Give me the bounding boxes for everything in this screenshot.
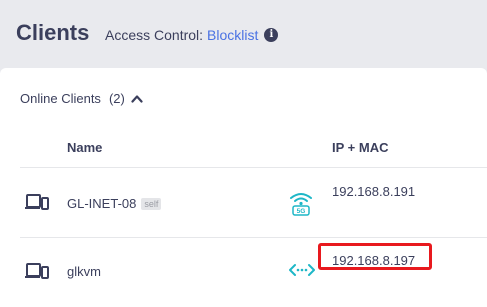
self-badge: self [141,197,162,210]
access-control-value-link[interactable]: Blocklist [207,27,258,43]
info-icon[interactable]: i [264,28,279,42]
client-name: glkvm [67,264,101,279]
online-clients-toggle[interactable]: Online Clients (2) [20,91,143,106]
computer-device-icon [25,194,49,210]
wired-connection-icon [289,264,315,276]
client-name: GL-INET-08 self [67,196,162,211]
chevron-up-icon [131,94,143,103]
page-title: Clients [16,20,90,45]
access-control-label: Access Control: [105,27,204,43]
table-row: GL-INET-08 self 5G 192.168.8.191 [0,168,487,237]
client-ip: 192.168.8.191 [332,184,416,199]
page-header: Clients Access Control: Blocklist i [0,0,487,68]
computer-device-icon [25,263,49,279]
client-name-text: GL-INET-08 [67,196,137,211]
online-clients-count: (2) [108,91,125,106]
clients-card: Online Clients (2) Name IP + MAC GL-INET… [0,68,487,307]
wifi-5g-label: 5G [297,208,306,215]
column-header-name: Name [67,140,103,155]
online-clients-label: Online Clients [20,91,101,106]
column-header-ip-mac: IP + MAC [332,140,389,155]
wifi-5g-icon: 5G [290,193,312,216]
access-control-row: Access Control: Blocklist i [105,27,279,43]
client-name-text: glkvm [67,264,101,279]
highlight-box [318,243,432,270]
